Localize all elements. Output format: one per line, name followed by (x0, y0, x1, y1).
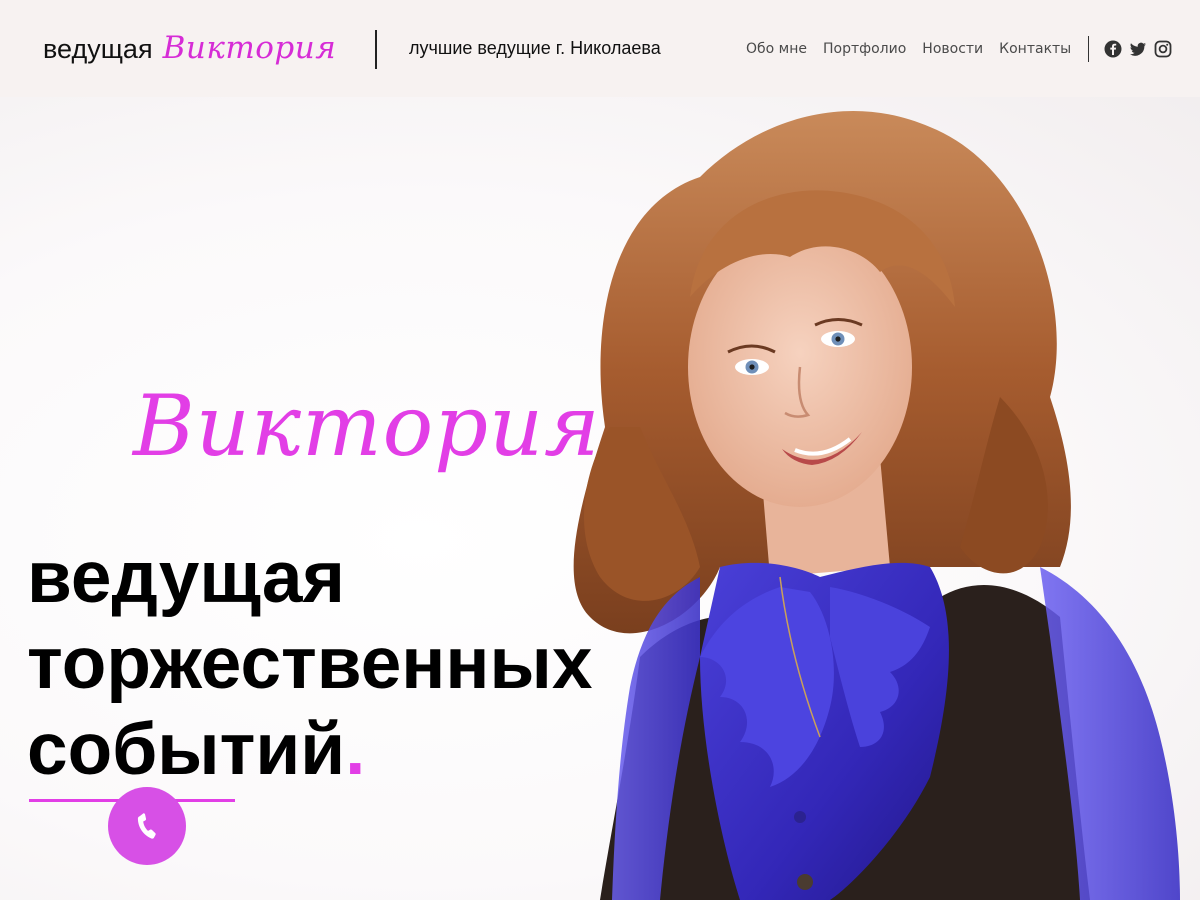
phone-icon (137, 813, 156, 839)
facebook-icon[interactable] (1104, 40, 1122, 58)
headline-line-2: торжественных (27, 623, 593, 704)
logo-text: ведущая (43, 34, 153, 64)
nav-about[interactable]: Обо мне (746, 41, 807, 57)
social-links (1104, 40, 1172, 58)
hero-section: Виктория ведущая торжественных событий. (0, 97, 1200, 900)
header-divider (375, 30, 377, 69)
site-logo[interactable]: ведущая Виктория (43, 30, 336, 66)
hero-name: Виктория (133, 377, 601, 475)
nav-portfolio[interactable]: Портфолио (823, 41, 906, 57)
main-nav: Обо мне Портфолио Новости Контакты (746, 41, 1071, 57)
site-tagline: лучшие ведущие г. Николаева (409, 38, 661, 58)
nav-divider (1088, 36, 1089, 62)
nav-news[interactable]: Новости (922, 41, 983, 57)
call-button[interactable] (108, 787, 186, 865)
twitter-icon[interactable] (1129, 40, 1147, 58)
instagram-icon[interactable] (1154, 40, 1172, 58)
headline-dot: . (345, 709, 366, 790)
headline-line-3: событий (27, 709, 346, 790)
site-header: ведущая Виктория лучшие ведущие г. Никол… (0, 0, 1200, 97)
headline-line-1: ведущая (27, 537, 346, 618)
hero-headline: ведущая торжественных событий. (27, 535, 592, 793)
nav-contacts[interactable]: Контакты (999, 41, 1071, 57)
logo-script-name: Виктория (162, 30, 337, 66)
